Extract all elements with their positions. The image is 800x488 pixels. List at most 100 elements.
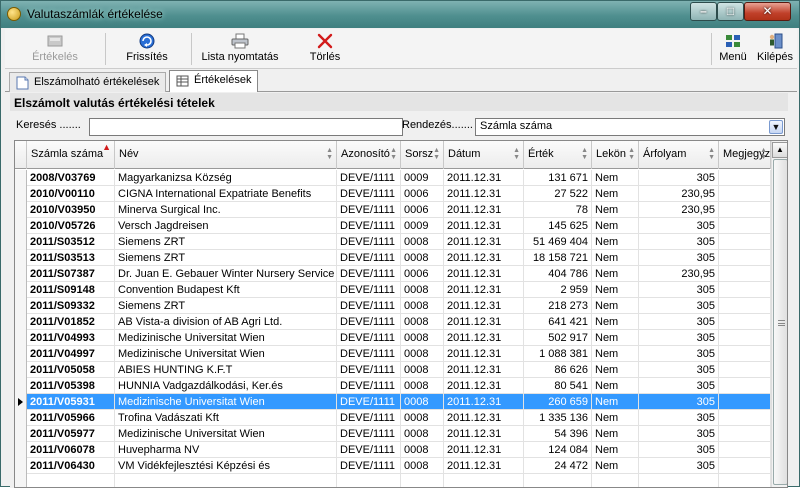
row-indicator[interactable]: [15, 202, 27, 218]
column-header[interactable]: Megjegyz ▲ ▼: [719, 141, 771, 169]
cell-value[interactable]: 27 522: [524, 186, 592, 202]
scroll-thumb[interactable]: [773, 159, 787, 485]
cell-name[interactable]: Minerva Surgical Inc.: [115, 202, 337, 218]
cell-seq[interactable]: 0008: [401, 378, 444, 394]
column-header[interactable]: Árfolyam ▲ ▼: [639, 141, 719, 169]
cell-date[interactable]: 2011.12.31: [444, 442, 524, 458]
menu-button[interactable]: Menü: [711, 29, 755, 69]
cell-note[interactable]: [719, 474, 771, 487]
cell-name[interactable]: Medizinische Universitat Wien: [115, 394, 337, 410]
chevron-down-icon[interactable]: ▼: [769, 120, 783, 134]
row-indicator[interactable]: [15, 218, 27, 234]
cell-lek[interactable]: Nem: [592, 282, 639, 298]
row-indicator[interactable]: [15, 394, 27, 410]
cell-id[interactable]: DEVE/1111: [337, 170, 401, 186]
cell-acct[interactable]: 2011/V06078: [27, 442, 115, 458]
row-indicator[interactable]: [15, 426, 27, 442]
cell-id[interactable]: DEVE/1111: [337, 186, 401, 202]
table-row[interactable]: [15, 474, 771, 487]
cell-date[interactable]: 2011.12.31: [444, 250, 524, 266]
delete-button[interactable]: Törlés: [295, 29, 355, 69]
cell-lek[interactable]: Nem: [592, 426, 639, 442]
row-indicator[interactable]: [15, 442, 27, 458]
cell-rate[interactable]: 305: [639, 394, 719, 410]
cell-lek[interactable]: Nem: [592, 410, 639, 426]
cell-lek[interactable]: Nem: [592, 218, 639, 234]
cell-lek[interactable]: Nem: [592, 234, 639, 250]
cell-note[interactable]: [719, 282, 771, 298]
cell-name[interactable]: Versch Jagdreisen: [115, 218, 337, 234]
cell-id[interactable]: DEVE/1111: [337, 282, 401, 298]
cell-lek[interactable]: Nem: [592, 170, 639, 186]
table-row[interactable]: 2011/S07387 Dr. Juan E. Gebauer Winter Nu…: [15, 266, 771, 282]
cell-seq[interactable]: 0006: [401, 202, 444, 218]
column-header[interactable]: Sorsz ▲ ▼: [401, 141, 444, 169]
cell-lek[interactable]: Nem: [592, 458, 639, 474]
cell-value[interactable]: 131 671: [524, 170, 592, 186]
cell-acct[interactable]: 2011/V06430: [27, 458, 115, 474]
row-indicator[interactable]: [15, 298, 27, 314]
cell-note[interactable]: [719, 458, 771, 474]
cell-name[interactable]: Medizinische Universitat Wien: [115, 426, 337, 442]
table-row[interactable]: 2011/V05398 HUNNIA Vadgazdálkodási, Ker.é…: [15, 378, 771, 394]
cell-lek[interactable]: Nem: [592, 266, 639, 282]
cell-acct[interactable]: 2011/V05977: [27, 426, 115, 442]
cell-id[interactable]: [337, 474, 401, 487]
cell-value[interactable]: 78: [524, 202, 592, 218]
cell-name[interactable]: Siemens ZRT: [115, 298, 337, 314]
sort-select[interactable]: Számla száma ▼: [475, 118, 785, 136]
cell-seq[interactable]: 0008: [401, 394, 444, 410]
cell-rate[interactable]: 305: [639, 330, 719, 346]
cell-note[interactable]: [719, 202, 771, 218]
cell-value[interactable]: 51 469 404: [524, 234, 592, 250]
cell-date[interactable]: 2011.12.31: [444, 330, 524, 346]
cell-name[interactable]: VM Vidékfejlesztési Képzési és: [115, 458, 337, 474]
cell-note[interactable]: [719, 346, 771, 362]
cell-rate[interactable]: 305: [639, 298, 719, 314]
cell-lek[interactable]: Nem: [592, 298, 639, 314]
cell-note[interactable]: [719, 426, 771, 442]
cell-value[interactable]: 86 626: [524, 362, 592, 378]
cell-name[interactable]: Dr. Juan E. Gebauer Winter Nursery Servi…: [115, 266, 337, 282]
column-header[interactable]: Érték ▲ ▼: [524, 141, 592, 169]
cell-date[interactable]: 2011.12.31: [444, 362, 524, 378]
cell-value[interactable]: 54 396: [524, 426, 592, 442]
cell-value[interactable]: [524, 474, 592, 487]
row-indicator[interactable]: [15, 458, 27, 474]
cell-lek[interactable]: Nem: [592, 362, 639, 378]
table-row[interactable]: 2011/V06078 Huvepharma NV DEVE/1111 0008 201…: [15, 442, 771, 458]
cell-rate[interactable]: 305: [639, 170, 719, 186]
cell-id[interactable]: DEVE/1111: [337, 458, 401, 474]
cell-note[interactable]: [719, 378, 771, 394]
cell-value[interactable]: 1 088 381: [524, 346, 592, 362]
cell-date[interactable]: 2011.12.31: [444, 218, 524, 234]
table-row[interactable]: 2011/V01852 AB Vista-a division of AB Agr…: [15, 314, 771, 330]
tab-billable-evaluations[interactable]: Elszámolható értékelések: [9, 72, 167, 92]
cell-note[interactable]: [719, 266, 771, 282]
cell-acct[interactable]: 2011/V05058: [27, 362, 115, 378]
cell-note[interactable]: [719, 394, 771, 410]
table-row[interactable]: 2011/S03512 Siemens ZRT DEVE/1111 0008 2011.…: [15, 234, 771, 250]
table-row[interactable]: 2010/V00110 CIGNA International Expatriat…: [15, 186, 771, 202]
cell-rate[interactable]: 305: [639, 250, 719, 266]
cell-date[interactable]: 2011.12.31: [444, 298, 524, 314]
scroll-up-icon[interactable]: ▲: [772, 142, 787, 158]
table-row[interactable]: 2011/V05058 ABIES HUNTING K.F.T DEVE/1111 0…: [15, 362, 771, 378]
search-input[interactable]: [89, 118, 403, 136]
cell-id[interactable]: DEVE/1111: [337, 330, 401, 346]
cell-lek[interactable]: Nem: [592, 346, 639, 362]
maximize-button[interactable]: □: [717, 2, 744, 21]
cell-seq[interactable]: 0008: [401, 362, 444, 378]
cell-name[interactable]: Convention Budapest Kft: [115, 282, 337, 298]
cell-date[interactable]: 2011.12.31: [444, 282, 524, 298]
cell-date[interactable]: 2011.12.31: [444, 346, 524, 362]
cell-date[interactable]: 2011.12.31: [444, 186, 524, 202]
table-row[interactable]: 2011/V06430 VM Vidékfejlesztési Képzési é…: [15, 458, 771, 474]
cell-acct[interactable]: 2010/V00110: [27, 186, 115, 202]
cell-rate[interactable]: 230,95: [639, 266, 719, 282]
row-indicator[interactable]: [15, 330, 27, 346]
cell-acct[interactable]: 2010/V03950: [27, 202, 115, 218]
cell-acct[interactable]: 2011/V05966: [27, 410, 115, 426]
cell-rate[interactable]: 305: [639, 282, 719, 298]
cell-seq[interactable]: 0008: [401, 410, 444, 426]
